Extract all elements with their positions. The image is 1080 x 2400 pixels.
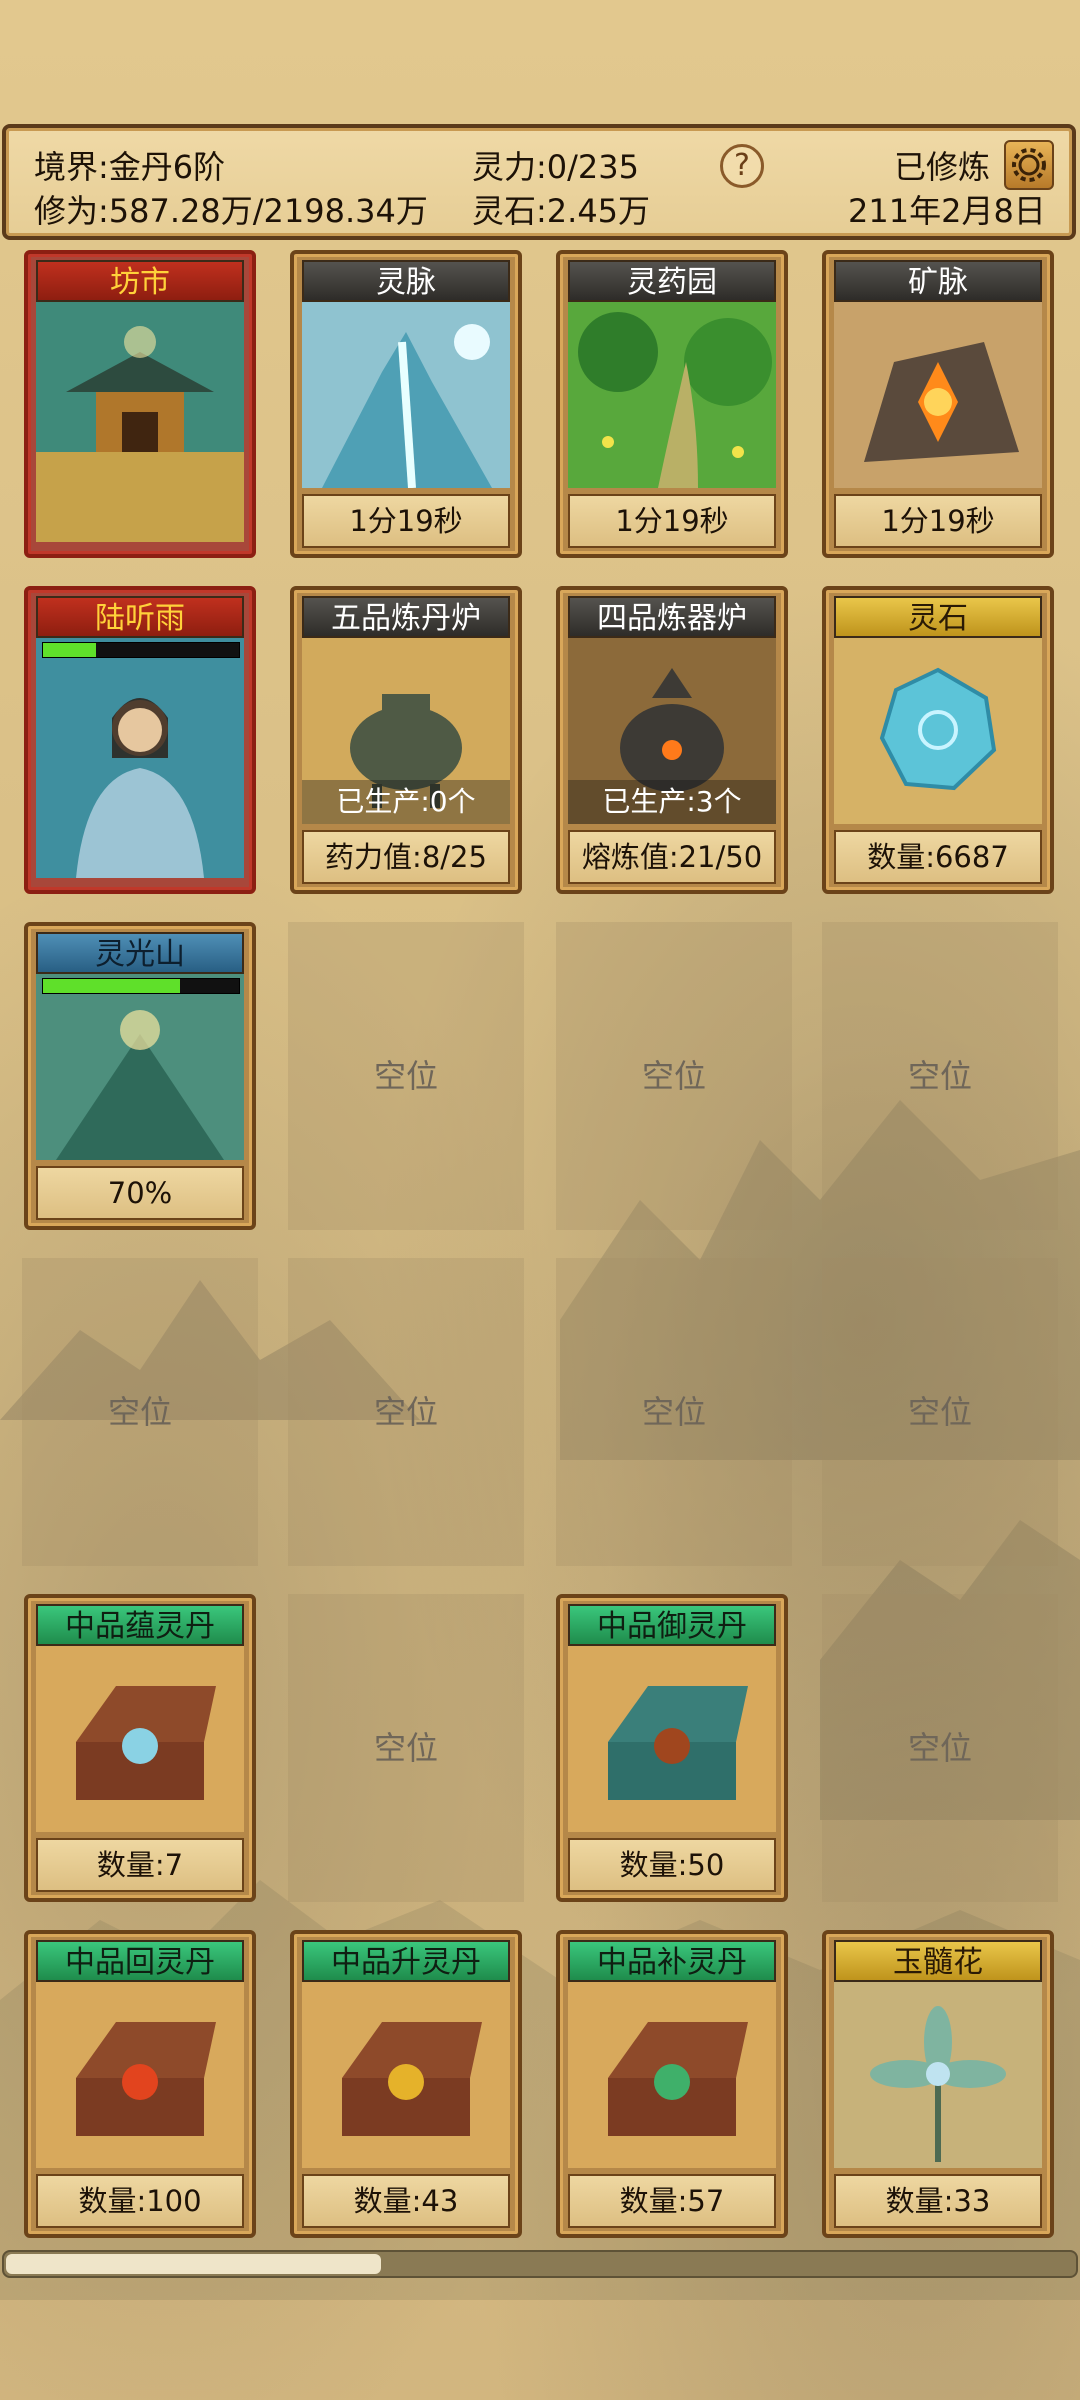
pill-box-image <box>36 1982 244 2168</box>
spirit-power-text: 灵力:0/235 <box>472 148 640 186</box>
pill-box-image <box>568 1646 776 1832</box>
card-alchemy-furnace[interactable]: 五品炼丹炉 已生产:0个 药力值:8/25 <box>290 586 522 894</box>
card-title: 陆听雨 <box>36 596 244 638</box>
pill-box-image <box>568 1982 776 2168</box>
scrollbar-thumb[interactable] <box>6 2254 381 2274</box>
card-footer: 药力值:8/25 <box>302 830 510 884</box>
card-herb-garden[interactable]: 灵药园 1分19秒 <box>556 250 788 558</box>
pill-box-image <box>36 1646 244 1832</box>
production-count: 已生产:0个 <box>302 780 510 824</box>
card-mountain[interactable]: 灵光山 70% <box>24 922 256 1230</box>
card-forge-furnace[interactable]: 四品炼器炉 已生产:3个 熔炼值:21/50 <box>556 586 788 894</box>
card-footer: 1分19秒 <box>302 494 510 548</box>
empty-slot[interactable]: 空位 <box>288 922 524 1230</box>
empty-slot[interactable]: 空位 <box>288 1258 524 1566</box>
card-pill-buling[interactable]: 中品补灵丹 数量:57 <box>556 1930 788 2238</box>
mountain-image <box>36 974 244 1160</box>
card-title: 中品补灵丹 <box>568 1940 776 1982</box>
card-footer: 数量:57 <box>568 2174 776 2228</box>
card-pill-huiling[interactable]: 中品回灵丹 数量:100 <box>24 1930 256 2238</box>
card-title: 中品御灵丹 <box>568 1604 776 1646</box>
card-title: 中品升灵丹 <box>302 1940 510 1982</box>
character-hp-bar <box>42 642 240 658</box>
cultivation-text: 修为:587.28万/2198.34万 <box>34 192 428 230</box>
empty-slot[interactable]: 空位 <box>556 922 792 1230</box>
horizontal-scrollbar[interactable] <box>2 2250 1078 2278</box>
empty-slot[interactable]: 空位 <box>22 1258 258 1566</box>
card-market[interactable]: 坊市 <box>24 250 256 558</box>
empty-slot[interactable]: 空位 <box>556 1258 792 1566</box>
card-footer: 1分19秒 <box>834 494 1042 548</box>
hp-bar-fill <box>43 643 96 657</box>
empty-slot[interactable]: 空位 <box>822 1594 1058 1902</box>
pill-box-image <box>302 1982 510 2168</box>
herb-garden-image <box>568 302 776 488</box>
card-title: 四品炼器炉 <box>568 596 776 638</box>
character-image <box>36 638 244 878</box>
empty-slot[interactable]: 空位 <box>288 1594 524 1902</box>
production-count: 已生产:3个 <box>568 780 776 824</box>
game-date: 211年2月8日 <box>848 192 1046 230</box>
card-title: 坊市 <box>36 260 244 302</box>
card-footer: 数量:7 <box>36 1838 244 1892</box>
forge-furnace-image: 已生产:3个 <box>568 638 776 824</box>
spirit-stone-text: 灵石:2.45万 <box>472 192 651 230</box>
card-footer: 数量:100 <box>36 2174 244 2228</box>
card-footer: 数量:6687 <box>834 830 1042 884</box>
card-footer: 数量:43 <box>302 2174 510 2228</box>
card-pill-yunling[interactable]: 中品蕴灵丹 数量:7 <box>24 1594 256 1902</box>
cultivation-status: 已修炼 <box>894 148 991 186</box>
card-title: 玉髓花 <box>834 1940 1042 1982</box>
card-title: 灵光山 <box>36 932 244 974</box>
card-pill-shengling[interactable]: 中品升灵丹 数量:43 <box>290 1930 522 2238</box>
mine-image <box>834 302 1042 488</box>
alchemy-furnace-image: 已生产:0个 <box>302 638 510 824</box>
progress-bar-fill <box>43 979 181 993</box>
market-image <box>36 302 244 542</box>
card-footer: 70% <box>36 1166 244 1220</box>
card-jade-flower[interactable]: 玉髓花 数量:33 <box>822 1930 1054 2238</box>
card-pill-yuling[interactable]: 中品御灵丹 数量:50 <box>556 1594 788 1902</box>
card-footer: 数量:33 <box>834 2174 1042 2228</box>
spirit-stone-image <box>834 638 1042 824</box>
card-title: 中品回灵丹 <box>36 1940 244 1982</box>
help-button[interactable]: ? <box>720 144 764 188</box>
card-character[interactable]: 陆听雨 <box>24 586 256 894</box>
empty-slot[interactable]: 空位 <box>822 922 1058 1230</box>
card-mine[interactable]: 矿脉 1分19秒 <box>822 250 1054 558</box>
card-title: 灵脉 <box>302 260 510 302</box>
settings-button[interactable] <box>1004 140 1054 190</box>
empty-slot[interactable]: 空位 <box>822 1258 1058 1566</box>
jade-flower-image <box>834 1982 1042 2168</box>
card-title: 中品蕴灵丹 <box>36 1604 244 1646</box>
card-spirit-vein[interactable]: 灵脉 1分19秒 <box>290 250 522 558</box>
gear-icon <box>1012 148 1046 182</box>
card-title: 五品炼丹炉 <box>302 596 510 638</box>
status-header: 境界:金丹6阶 修为:587.28万/2198.34万 灵力:0/235 灵石:… <box>2 124 1076 240</box>
spirit-vein-image <box>302 302 510 488</box>
card-footer: 1分19秒 <box>568 494 776 548</box>
card-title: 矿脉 <box>834 260 1042 302</box>
card-title: 灵石 <box>834 596 1042 638</box>
card-title: 灵药园 <box>568 260 776 302</box>
realm-text: 境界:金丹6阶 <box>34 148 226 186</box>
card-footer: 数量:50 <box>568 1838 776 1892</box>
card-spirit-stone[interactable]: 灵石 数量:6687 <box>822 586 1054 894</box>
card-footer: 熔炼值:21/50 <box>568 830 776 884</box>
mountain-progress-bar <box>42 978 240 994</box>
